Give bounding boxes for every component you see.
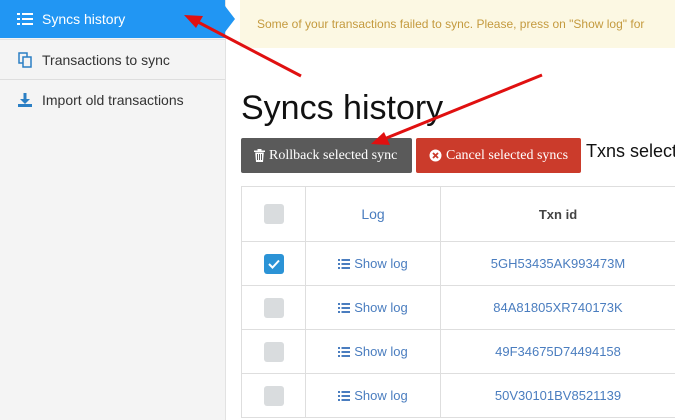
row-txn-id[interactable]: 49F34675D74494158 <box>440 329 675 374</box>
select-all-cell <box>241 186 306 242</box>
trash-icon <box>254 149 265 162</box>
show-log-label: Show log <box>354 344 408 359</box>
row-txn-id[interactable]: 50V30101BV8521139 <box>440 373 675 418</box>
page-title: Syncs history <box>241 89 444 127</box>
row-log-cell: Show log <box>305 285 441 330</box>
sidebar: Syncs history Transactions to sync Impor… <box>0 0 235 420</box>
list-icon <box>16 10 34 28</box>
active-indicator <box>225 6 235 32</box>
sidebar-item-label: Import old transactions <box>42 92 184 108</box>
cancel-label: Cancel selected syncs <box>446 147 569 163</box>
show-log-link[interactable]: Show log <box>338 256 408 271</box>
select-all-checkbox[interactable] <box>263 204 284 224</box>
column-header-txn-id[interactable]: Txn id <box>440 186 675 242</box>
list-icon <box>338 303 351 313</box>
txns-selected-text: Txns select <box>586 141 675 161</box>
row-checkbox[interactable] <box>263 297 284 318</box>
row-checkbox-checked[interactable] <box>263 253 284 274</box>
sidebar-item-transactions-to-sync[interactable]: Transactions to sync <box>0 39 225 80</box>
column-header-log[interactable]: Log <box>305 186 441 242</box>
show-log-link[interactable]: Show log <box>338 344 408 359</box>
sidebar-item-label: Transactions to sync <box>42 51 170 68</box>
banner-text: Some of your transactions failed to sync… <box>257 17 645 31</box>
sidebar-item-import-old-transactions[interactable]: Import old transactions <box>0 81 225 119</box>
row-log-cell: Show log <box>305 241 441 286</box>
cancel-circle-icon <box>429 149 442 162</box>
rollback-label: Rollback selected sync <box>269 147 398 163</box>
show-log-label: Show log <box>354 300 408 315</box>
list-icon <box>338 347 351 357</box>
show-log-link[interactable]: Show log <box>338 300 408 315</box>
row-log-cell: Show log <box>305 373 441 418</box>
row-select-cell <box>241 329 306 374</box>
cancel-selected-syncs-button[interactable]: Cancel selected syncs <box>416 138 581 173</box>
sidebar-item-label: Syncs history <box>42 11 126 27</box>
copy-icon <box>16 51 34 69</box>
row-log-cell: Show log <box>305 329 441 374</box>
sidebar-item-syncs-history[interactable]: Syncs history <box>0 0 225 38</box>
rollback-selected-sync-button[interactable]: Rollback selected sync <box>241 138 412 173</box>
row-checkbox[interactable] <box>263 341 284 362</box>
warning-banner: Some of your transactions failed to sync… <box>240 0 675 48</box>
check-icon <box>267 259 280 269</box>
show-log-link[interactable]: Show log <box>338 388 408 403</box>
row-select-cell <box>241 373 306 418</box>
list-icon <box>338 259 351 269</box>
download-icon <box>16 91 34 109</box>
show-log-label: Show log <box>354 256 408 271</box>
row-txn-id[interactable]: 5GH53435AK993473M <box>440 241 675 286</box>
row-txn-id[interactable]: 84A81805XR740173K <box>440 285 675 330</box>
row-select-cell <box>241 241 306 286</box>
row-checkbox[interactable] <box>263 385 284 406</box>
list-icon <box>338 391 351 401</box>
row-select-cell <box>241 285 306 330</box>
show-log-label: Show log <box>354 388 408 403</box>
